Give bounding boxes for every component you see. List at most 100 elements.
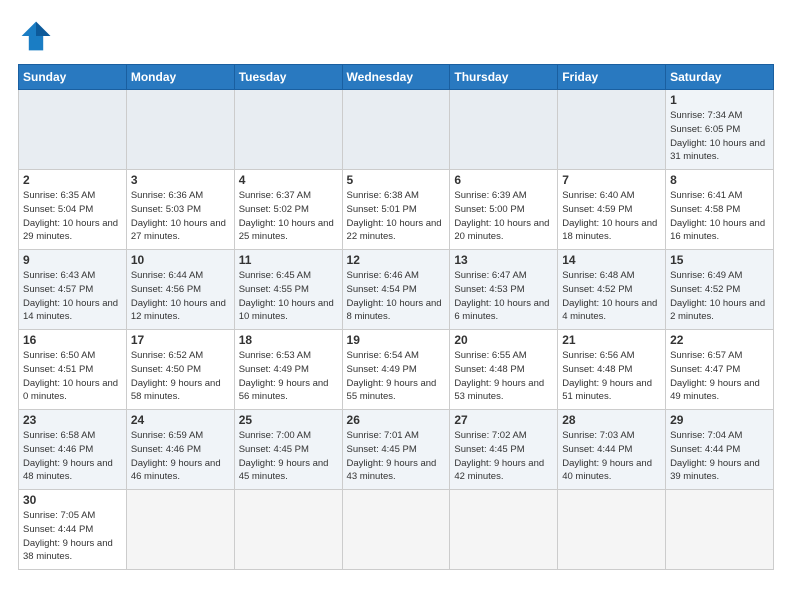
day-number: 14 (562, 253, 661, 267)
logo (18, 18, 58, 54)
day-number: 22 (670, 333, 769, 347)
day-info: Sunrise: 6:47 AM Sunset: 4:53 PM Dayligh… (454, 269, 553, 324)
calendar-week-row: 23Sunrise: 6:58 AM Sunset: 4:46 PM Dayli… (19, 410, 774, 490)
day-info: Sunrise: 6:50 AM Sunset: 4:51 PM Dayligh… (23, 349, 122, 404)
calendar-header-thursday: Thursday (450, 65, 558, 90)
calendar-week-row: 16Sunrise: 6:50 AM Sunset: 4:51 PM Dayli… (19, 330, 774, 410)
day-info: Sunrise: 7:03 AM Sunset: 4:44 PM Dayligh… (562, 429, 661, 484)
calendar-cell: 20 Sunrise: 6:55 AM Sunset: 4:48 PM Dayli… (450, 330, 558, 410)
day-number: 10 (131, 253, 230, 267)
calendar-cell: 16Sunrise: 6:50 AM Sunset: 4:51 PM Dayli… (19, 330, 127, 410)
calendar-cell (126, 490, 234, 570)
day-info: Sunrise: 6:57 AM Sunset: 4:47 PM Dayligh… (670, 349, 769, 404)
day-info: Sunrise: 6:45 AM Sunset: 4:55 PM Dayligh… (239, 269, 338, 324)
day-number: 5 (347, 173, 446, 187)
calendar-cell: 19Sunrise: 6:54 AM Sunset: 4:49 PM Dayli… (342, 330, 450, 410)
day-info: Sunrise: 6:53 AM Sunset: 4:49 PM Dayligh… (239, 349, 338, 404)
calendar-cell: 18Sunrise: 6:53 AM Sunset: 4:49 PM Dayli… (234, 330, 342, 410)
calendar-cell: 13Sunrise: 6:47 AM Sunset: 4:53 PM Dayli… (450, 250, 558, 330)
calendar-cell: 25Sunrise: 7:00 AM Sunset: 4:45 PM Dayli… (234, 410, 342, 490)
calendar-header-tuesday: Tuesday (234, 65, 342, 90)
day-number: 11 (239, 253, 338, 267)
calendar-header-row: SundayMondayTuesdayWednesdayThursdayFrid… (19, 65, 774, 90)
calendar-cell: 10 Sunrise: 6:44 AM Sunset: 4:56 PM Dayli… (126, 250, 234, 330)
calendar-cell: 23Sunrise: 6:58 AM Sunset: 4:46 PM Dayli… (19, 410, 127, 490)
calendar-week-row: 1 Sunrise: 7:34 AM Sunset: 6:05 PM Daylig… (19, 90, 774, 170)
calendar-week-row: 2 Sunrise: 6:35 AM Sunset: 5:04 PM Daylig… (19, 170, 774, 250)
calendar-cell: 5 Sunrise: 6:38 AM Sunset: 5:01 PM Daylig… (342, 170, 450, 250)
day-info: Sunrise: 6:59 AM Sunset: 4:46 PM Dayligh… (131, 429, 230, 484)
calendar-cell (126, 90, 234, 170)
calendar-cell: 15 Sunrise: 6:49 AM Sunset: 4:52 PM Dayli… (666, 250, 774, 330)
day-number: 15 (670, 253, 769, 267)
day-number: 1 (670, 93, 769, 107)
day-number: 12 (347, 253, 446, 267)
calendar-cell: 8Sunrise: 6:41 AM Sunset: 4:58 PM Daylig… (666, 170, 774, 250)
calendar-cell: 7 Sunrise: 6:40 AM Sunset: 4:59 PM Daylig… (558, 170, 666, 250)
calendar-cell: 26Sunrise: 7:01 AM Sunset: 4:45 PM Dayli… (342, 410, 450, 490)
day-number: 24 (131, 413, 230, 427)
calendar-cell (558, 90, 666, 170)
day-number: 2 (23, 173, 122, 187)
day-number: 7 (562, 173, 661, 187)
calendar-cell (234, 90, 342, 170)
day-info: Sunrise: 6:52 AM Sunset: 4:50 PM Dayligh… (131, 349, 230, 404)
day-number: 4 (239, 173, 338, 187)
calendar: SundayMondayTuesdayWednesdayThursdayFrid… (18, 64, 774, 570)
day-info: Sunrise: 7:01 AM Sunset: 4:45 PM Dayligh… (347, 429, 446, 484)
day-info: Sunrise: 6:35 AM Sunset: 5:04 PM Dayligh… (23, 189, 122, 244)
day-info: Sunrise: 6:49 AM Sunset: 4:52 PM Dayligh… (670, 269, 769, 324)
calendar-cell: 9Sunrise: 6:43 AM Sunset: 4:57 PM Daylig… (19, 250, 127, 330)
calendar-header-wednesday: Wednesday (342, 65, 450, 90)
calendar-cell (342, 490, 450, 570)
calendar-cell: 17Sunrise: 6:52 AM Sunset: 4:50 PM Dayli… (126, 330, 234, 410)
calendar-cell: 21 Sunrise: 6:56 AM Sunset: 4:48 PM Dayli… (558, 330, 666, 410)
calendar-cell: 11 Sunrise: 6:45 AM Sunset: 4:55 PM Dayli… (234, 250, 342, 330)
day-info: Sunrise: 7:04 AM Sunset: 4:44 PM Dayligh… (670, 429, 769, 484)
day-number: 29 (670, 413, 769, 427)
day-number: 25 (239, 413, 338, 427)
calendar-cell (234, 490, 342, 570)
day-info: Sunrise: 6:36 AM Sunset: 5:03 PM Dayligh… (131, 189, 230, 244)
calendar-cell: 24 Sunrise: 6:59 AM Sunset: 4:46 PM Dayli… (126, 410, 234, 490)
calendar-cell: 3 Sunrise: 6:36 AM Sunset: 5:03 PM Daylig… (126, 170, 234, 250)
day-info: Sunrise: 6:39 AM Sunset: 5:00 PM Dayligh… (454, 189, 553, 244)
header (18, 18, 774, 54)
calendar-cell: 28 Sunrise: 7:03 AM Sunset: 4:44 PM Dayli… (558, 410, 666, 490)
day-info: Sunrise: 6:40 AM Sunset: 4:59 PM Dayligh… (562, 189, 661, 244)
calendar-cell (666, 490, 774, 570)
day-number: 28 (562, 413, 661, 427)
calendar-cell: 4 Sunrise: 6:37 AM Sunset: 5:02 PM Daylig… (234, 170, 342, 250)
calendar-cell: 12 Sunrise: 6:46 AM Sunset: 4:54 PM Dayli… (342, 250, 450, 330)
day-number: 27 (454, 413, 553, 427)
calendar-week-row: 30Sunrise: 7:05 AM Sunset: 4:44 PM Dayli… (19, 490, 774, 570)
calendar-cell (450, 490, 558, 570)
day-info: Sunrise: 6:38 AM Sunset: 5:01 PM Dayligh… (347, 189, 446, 244)
day-info: Sunrise: 6:44 AM Sunset: 4:56 PM Dayligh… (131, 269, 230, 324)
calendar-header-saturday: Saturday (666, 65, 774, 90)
day-info: Sunrise: 7:34 AM Sunset: 6:05 PM Dayligh… (670, 109, 769, 164)
day-info: Sunrise: 6:58 AM Sunset: 4:46 PM Dayligh… (23, 429, 122, 484)
calendar-cell: 14 Sunrise: 6:48 AM Sunset: 4:52 PM Dayli… (558, 250, 666, 330)
day-info: Sunrise: 6:48 AM Sunset: 4:52 PM Dayligh… (562, 269, 661, 324)
day-number: 9 (23, 253, 122, 267)
calendar-cell: 29 Sunrise: 7:04 AM Sunset: 4:44 PM Dayli… (666, 410, 774, 490)
day-number: 21 (562, 333, 661, 347)
calendar-header-friday: Friday (558, 65, 666, 90)
day-info: Sunrise: 6:37 AM Sunset: 5:02 PM Dayligh… (239, 189, 338, 244)
day-info: Sunrise: 6:46 AM Sunset: 4:54 PM Dayligh… (347, 269, 446, 324)
calendar-cell: 30Sunrise: 7:05 AM Sunset: 4:44 PM Dayli… (19, 490, 127, 570)
day-number: 6 (454, 173, 553, 187)
day-info: Sunrise: 6:55 AM Sunset: 4:48 PM Dayligh… (454, 349, 553, 404)
calendar-header-sunday: Sunday (19, 65, 127, 90)
day-info: Sunrise: 6:41 AM Sunset: 4:58 PM Dayligh… (670, 189, 769, 244)
day-number: 3 (131, 173, 230, 187)
calendar-cell: 2 Sunrise: 6:35 AM Sunset: 5:04 PM Daylig… (19, 170, 127, 250)
logo-icon (18, 18, 54, 54)
calendar-cell (19, 90, 127, 170)
calendar-cell: 6 Sunrise: 6:39 AM Sunset: 5:00 PM Daylig… (450, 170, 558, 250)
day-info: Sunrise: 6:56 AM Sunset: 4:48 PM Dayligh… (562, 349, 661, 404)
day-number: 20 (454, 333, 553, 347)
calendar-cell (342, 90, 450, 170)
calendar-cell (558, 490, 666, 570)
